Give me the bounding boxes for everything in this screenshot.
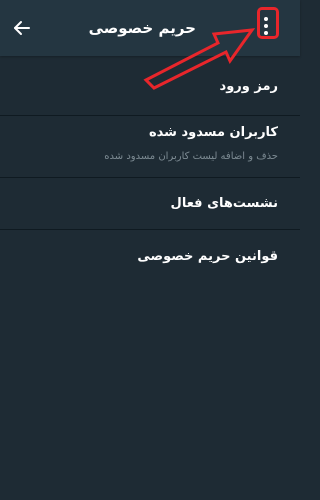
menu-item-label: کاربران مسدود شده [148,125,278,140]
menu-item-label: نشست‌های فعال [170,196,278,211]
menu-item-passcode[interactable]: رمز ورود [0,56,300,116]
menu-item-blocked-users[interactable]: کاربران مسدود شده حذف و اضافه لیست کاربر… [0,116,300,178]
annotation-highlight-box [257,7,279,39]
menu-item-label: رمز ورود [219,79,278,94]
menu-item-active-sessions[interactable]: نشست‌های فعال [0,178,300,230]
menu-item-label: قوانین حریم خصوصی [137,249,278,264]
menu-item-description: حذف و اضافه لیست کاربران مسدود شده [104,151,278,162]
arrow-left-icon [14,21,30,35]
menu-item-privacy-policy[interactable]: قوانین حریم خصوصی [0,230,300,286]
toolbar: حریم خصوصی [0,0,300,56]
page-title: حریم خصوصی [88,19,196,37]
back-button[interactable] [8,14,36,42]
privacy-settings-screen: حریم خصوصی رمز ورود کاربران مسدود شده حذ… [0,0,300,500]
